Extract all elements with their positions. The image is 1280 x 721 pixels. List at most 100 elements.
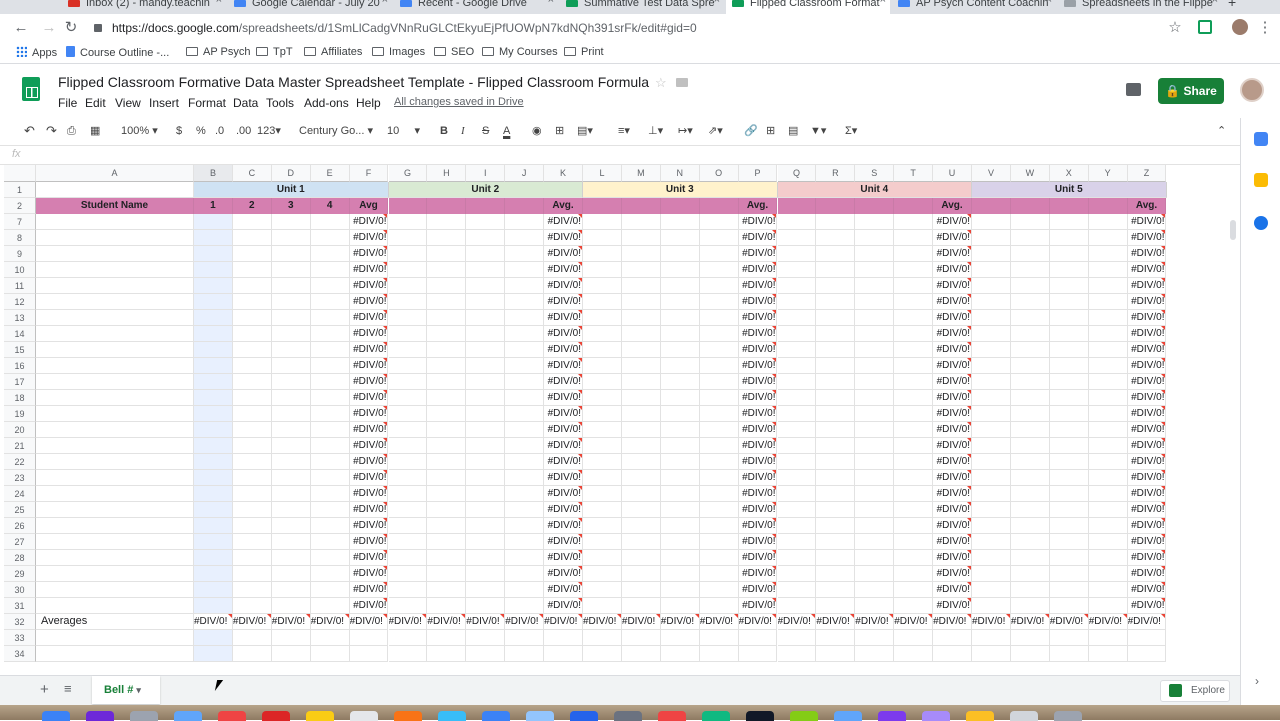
column-header-O[interactable]: O xyxy=(699,165,739,182)
score-cell[interactable] xyxy=(505,454,545,470)
score-cell[interactable] xyxy=(621,358,661,374)
score-cell[interactable] xyxy=(1010,326,1050,342)
score-cell[interactable] xyxy=(1088,550,1128,566)
row-header[interactable]: 30 xyxy=(4,582,36,598)
score-cell[interactable] xyxy=(1088,582,1128,598)
average-cell[interactable]: #DIV/0! xyxy=(933,422,972,438)
menu-edit[interactable]: Edit xyxy=(85,96,106,110)
score-cell[interactable] xyxy=(660,550,700,566)
menu-tools[interactable]: Tools xyxy=(266,96,294,110)
average-cell[interactable]: #DIV/0! xyxy=(933,518,972,534)
row-header[interactable]: 20 xyxy=(4,422,36,438)
score-cell[interactable] xyxy=(855,566,895,582)
empty-cell[interactable] xyxy=(36,646,194,662)
row-header[interactable]: 27 xyxy=(4,534,36,550)
average-cell[interactable]: #DIV/0! xyxy=(349,246,389,262)
empty-cell[interactable] xyxy=(1010,646,1050,662)
score-cell[interactable] xyxy=(505,598,545,614)
average-cell[interactable]: #DIV/0! xyxy=(933,358,972,374)
score-cell[interactable] xyxy=(310,486,350,502)
column-header-A[interactable]: A xyxy=(36,165,194,182)
score-cell[interactable] xyxy=(1088,566,1128,582)
row-header[interactable]: 21 xyxy=(4,438,36,454)
average-cell[interactable]: #DIV/0! xyxy=(933,550,972,566)
score-cell[interactable] xyxy=(1049,262,1089,278)
score-cell[interactable] xyxy=(894,502,934,518)
average-cell[interactable]: #DIV/0! xyxy=(1127,406,1167,422)
average-cell[interactable]: #DIV/0! xyxy=(1127,518,1167,534)
score-cell[interactable] xyxy=(310,262,350,278)
score-cell[interactable] xyxy=(1010,422,1050,438)
score-cell[interactable] xyxy=(621,246,661,262)
score-cell[interactable] xyxy=(1010,214,1050,230)
score-cell[interactable] xyxy=(777,390,817,406)
average-cell[interactable]: #DIV/0! xyxy=(738,358,778,374)
bookmark-item[interactable]: My Courses xyxy=(482,46,558,58)
score-cell[interactable] xyxy=(621,454,661,470)
score-cell[interactable] xyxy=(388,486,428,502)
row-header[interactable]: 10 xyxy=(4,262,36,278)
score-cell[interactable] xyxy=(972,390,1011,406)
score-cell[interactable] xyxy=(232,278,272,294)
empty-cell[interactable] xyxy=(972,630,1011,646)
average-cell[interactable]: #DIV/0! xyxy=(544,246,583,262)
column-average-cell[interactable]: #DIV/0! xyxy=(777,614,817,630)
empty-cell[interactable] xyxy=(349,646,389,662)
insert-link-icon[interactable]: 🔗 xyxy=(744,123,758,139)
profile-avatar[interactable] xyxy=(1232,19,1248,35)
row-header[interactable]: 33 xyxy=(4,630,36,646)
score-cell[interactable] xyxy=(777,438,817,454)
score-cell[interactable] xyxy=(816,326,856,342)
score-cell[interactable] xyxy=(1049,422,1089,438)
score-cell[interactable] xyxy=(1049,486,1089,502)
score-cell[interactable] xyxy=(699,486,739,502)
score-cell[interactable] xyxy=(777,486,817,502)
score-cell[interactable] xyxy=(816,438,856,454)
empty-cell[interactable] xyxy=(1049,630,1089,646)
score-cell[interactable] xyxy=(194,342,233,358)
column-header-I[interactable]: I xyxy=(466,165,506,182)
average-cell[interactable]: #DIV/0! xyxy=(738,534,778,550)
score-cell[interactable] xyxy=(583,278,622,294)
score-cell[interactable] xyxy=(1010,486,1050,502)
empty-cell[interactable] xyxy=(1088,630,1128,646)
score-cell[interactable] xyxy=(894,598,934,614)
column-header-S[interactable]: S xyxy=(855,165,895,182)
score-cell[interactable] xyxy=(1049,214,1089,230)
average-cell[interactable]: #DIV/0! xyxy=(349,390,389,406)
row-header[interactable]: 28 xyxy=(4,550,36,566)
score-cell[interactable] xyxy=(777,566,817,582)
average-cell[interactable]: #DIV/0! xyxy=(544,534,583,550)
score-cell[interactable] xyxy=(427,390,467,406)
average-cell[interactable]: #DIV/0! xyxy=(349,262,389,278)
keep-icon[interactable] xyxy=(1254,173,1268,187)
forward-icon[interactable]: → xyxy=(40,19,58,37)
score-cell[interactable] xyxy=(466,470,506,486)
average-cell[interactable]: #DIV/0! xyxy=(544,598,583,614)
horizontal-align-icon[interactable]: ≡▾ xyxy=(618,123,630,139)
average-cell[interactable]: #DIV/0! xyxy=(933,598,972,614)
score-cell[interactable] xyxy=(232,358,272,374)
score-cell[interactable] xyxy=(1088,486,1128,502)
score-cell[interactable] xyxy=(271,550,311,566)
score-cell[interactable] xyxy=(583,518,622,534)
column-header-J[interactable]: J xyxy=(505,165,545,182)
score-cell[interactable] xyxy=(816,246,856,262)
score-cell[interactable] xyxy=(816,582,856,598)
strikethrough-button[interactable]: S xyxy=(482,123,489,139)
score-cell[interactable] xyxy=(232,550,272,566)
student-name-cell[interactable] xyxy=(36,294,194,310)
score-cell[interactable] xyxy=(232,342,272,358)
explore-button[interactable]: Explore xyxy=(1160,680,1230,702)
average-cell[interactable]: #DIV/0! xyxy=(933,374,972,390)
score-cell[interactable] xyxy=(271,454,311,470)
average-cell[interactable]: #DIV/0! xyxy=(544,262,583,278)
expand-panel-icon[interactable]: › xyxy=(1255,674,1259,688)
score-cell[interactable] xyxy=(310,310,350,326)
all-sheets-icon[interactable]: ≡ xyxy=(64,681,72,696)
score-cell[interactable] xyxy=(972,582,1011,598)
bookmark-star-icon[interactable]: ☆ xyxy=(1166,19,1184,37)
score-cell[interactable] xyxy=(194,534,233,550)
average-cell[interactable]: #DIV/0! xyxy=(544,326,583,342)
score-cell[interactable] xyxy=(505,294,545,310)
